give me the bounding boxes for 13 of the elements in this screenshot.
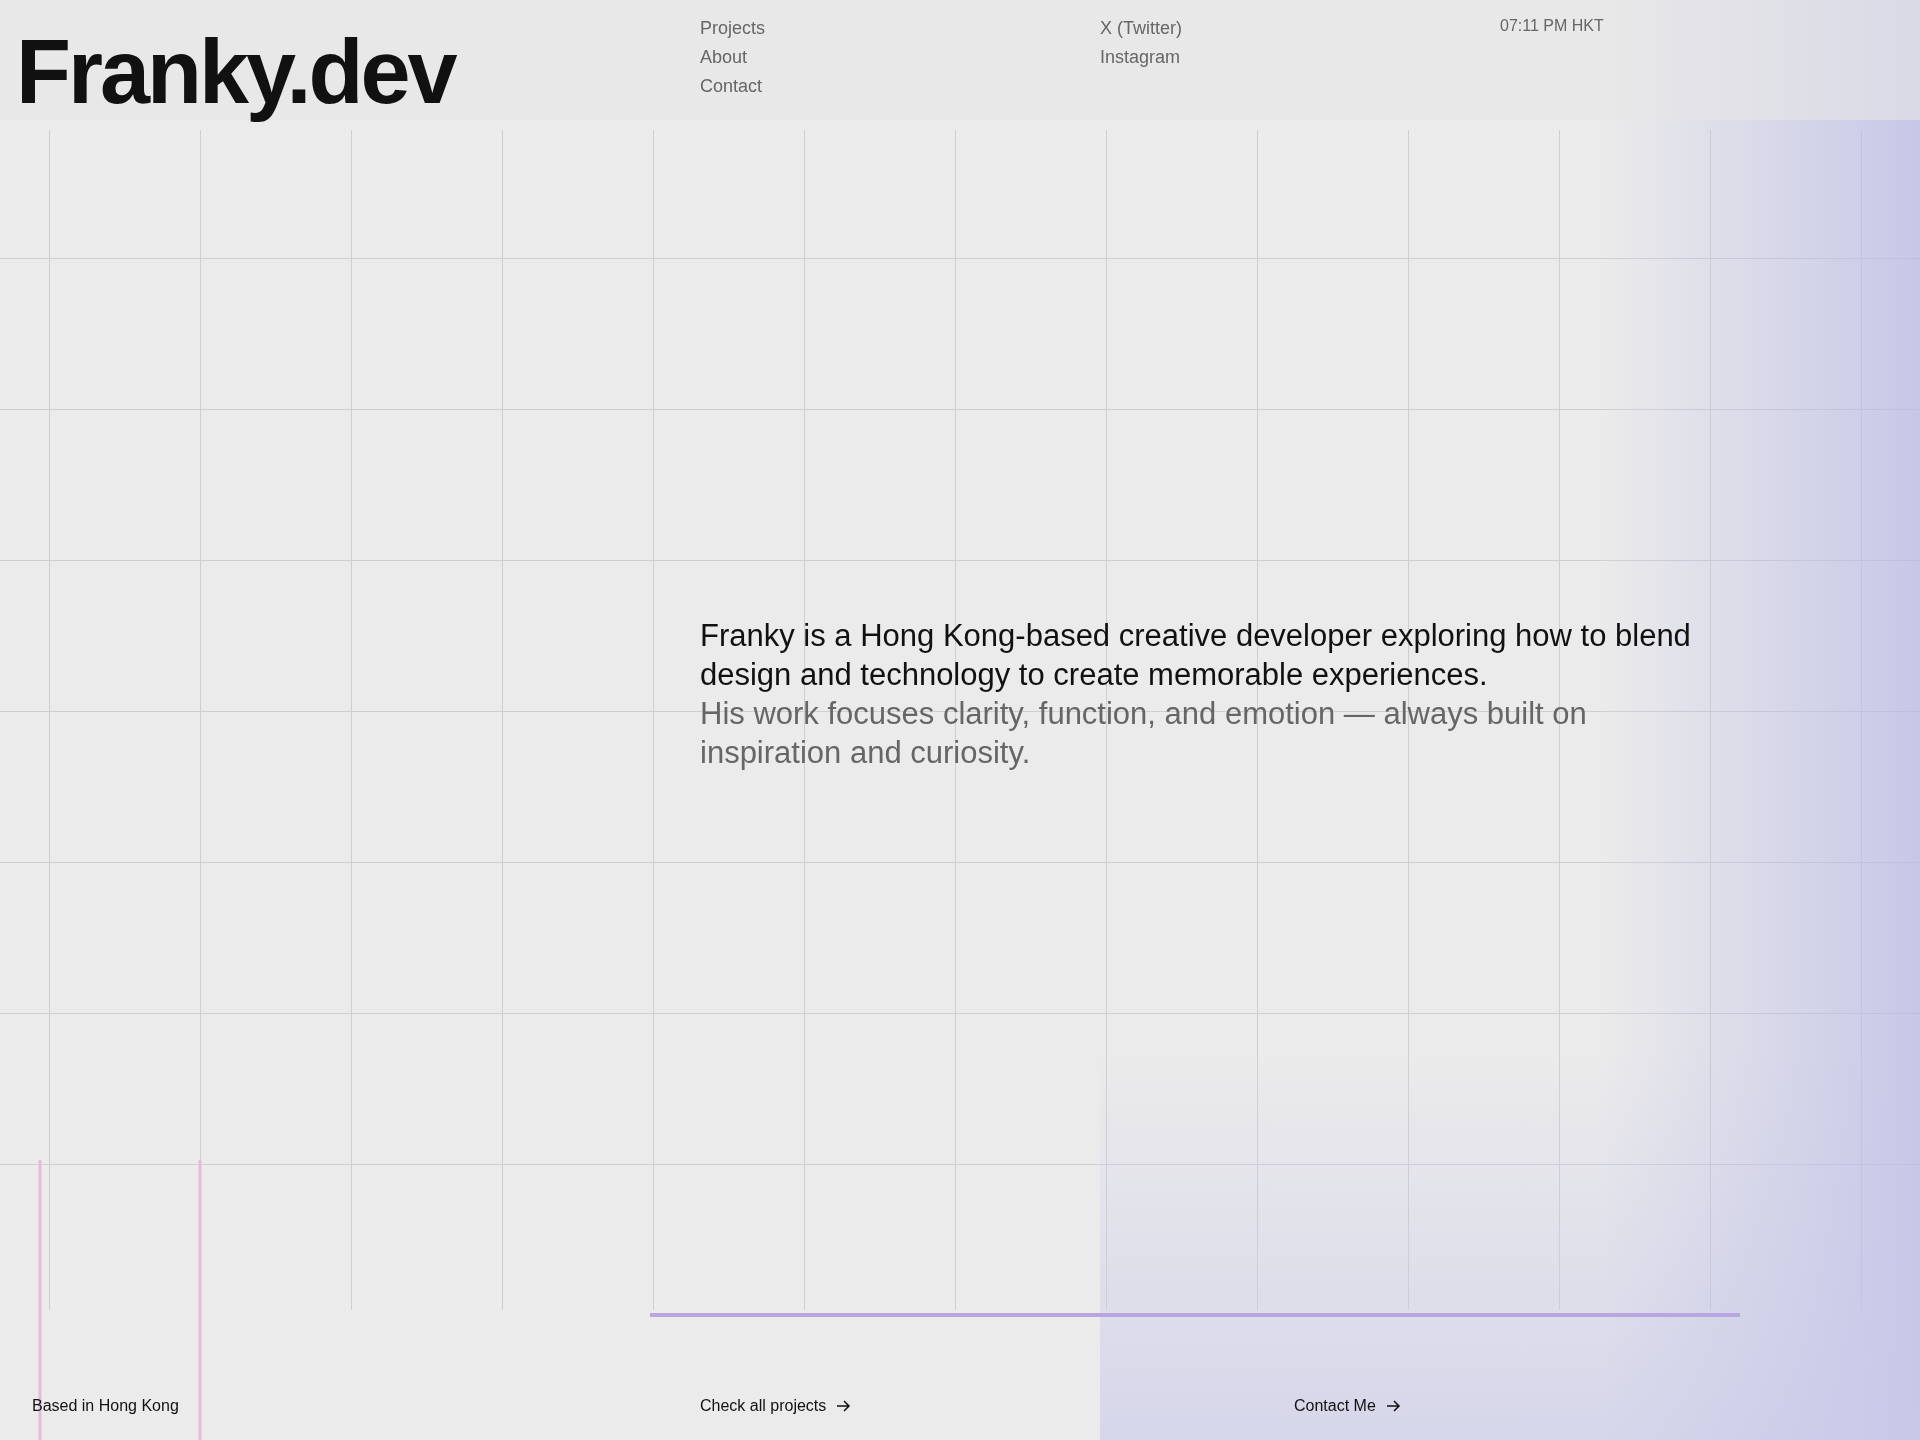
location-text: Based in Hong Kong [32,1397,179,1414]
logo[interactable]: Franky.dev [0,14,463,126]
arrow-icon [836,1400,852,1412]
nav-link[interactable]: Contact [700,72,763,101]
clock-text: 07:11 PM HKT [1500,16,1604,34]
nav-link[interactable]: Instagram [1100,43,1181,72]
footer-link[interactable]: Check all projects [700,1394,852,1418]
arrow-icon [1385,1400,1401,1412]
nav-link[interactable]: X (Twitter) [1100,14,1182,43]
footer-link[interactable]: Contact Me [1294,1394,1401,1418]
intro-paragraph: Franky is a Hong Kong-based creative developer exploring how to blend design and technology to create memorable experiences. His work focuses clarity, function, and emotion — always built on inspiration and curiosity. [700,617,1692,772]
nav-link[interactable]: About [700,43,748,72]
nav-link[interactable]: Projects [700,14,766,43]
